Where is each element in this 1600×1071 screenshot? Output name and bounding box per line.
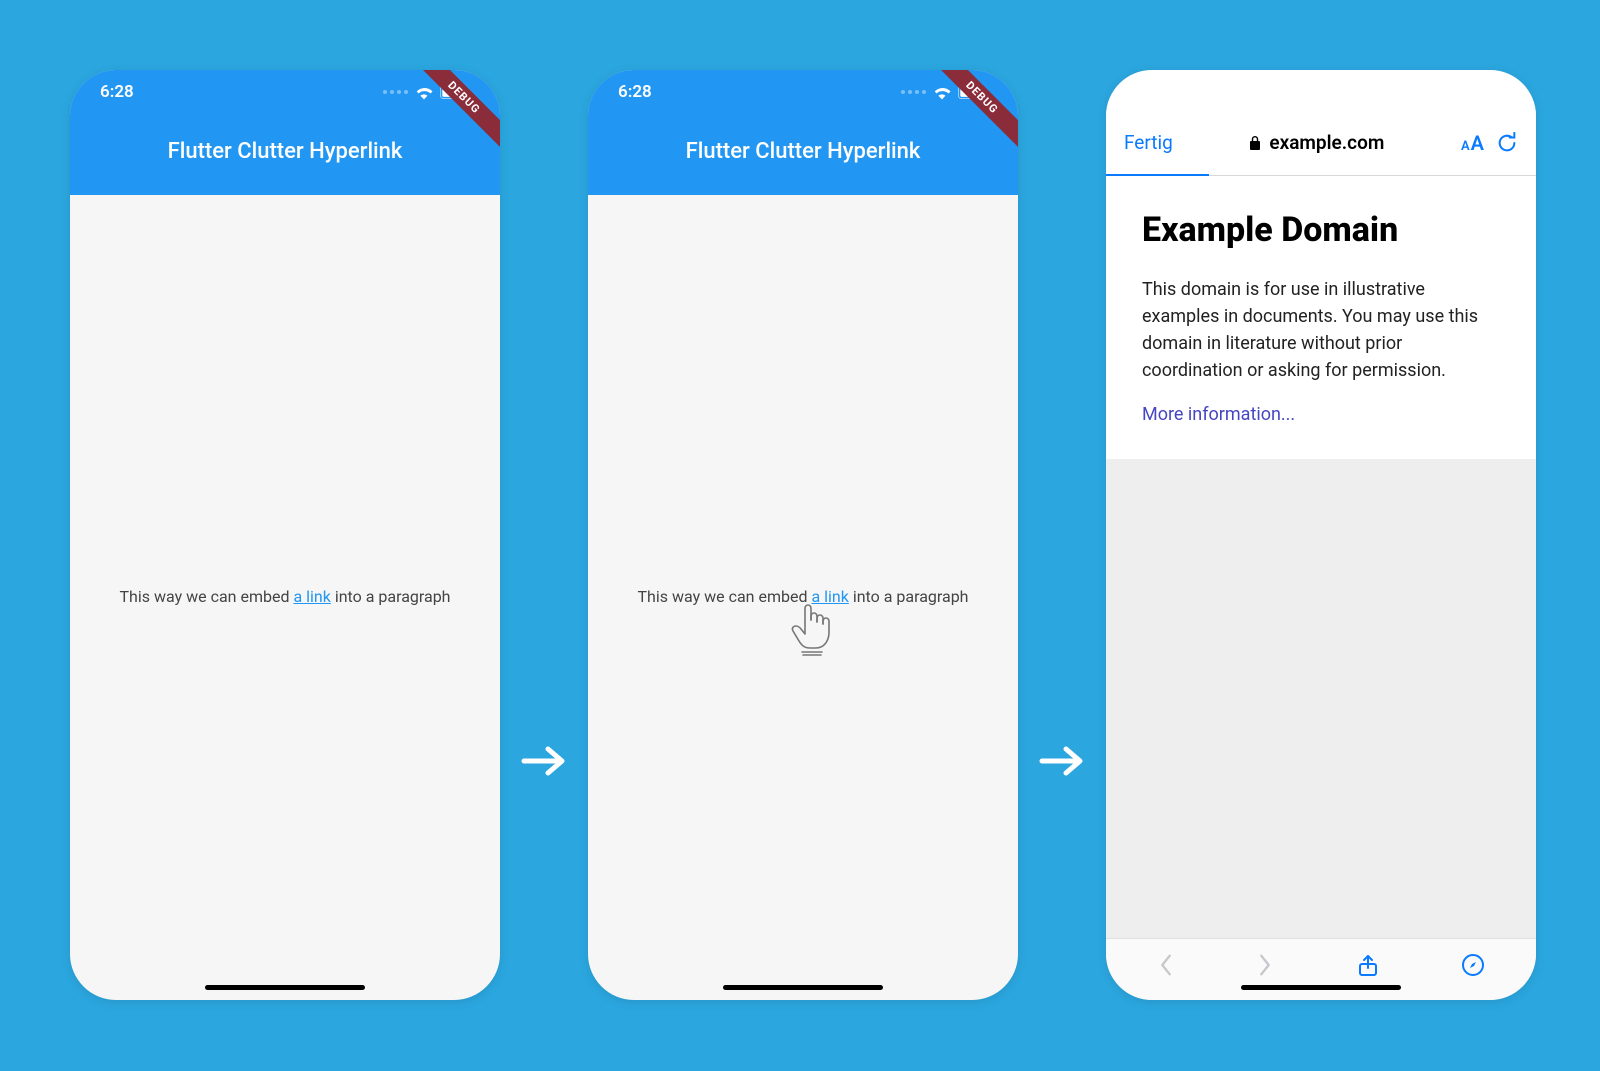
signal-icon — [383, 90, 408, 94]
status-bar: 6:28 — [588, 70, 1018, 114]
tap-cursor-icon — [789, 602, 833, 658]
status-bar: 6:28 — [70, 70, 500, 114]
battery-icon — [440, 85, 470, 99]
more-info-link[interactable]: More information... — [1142, 404, 1295, 425]
embedded-paragraph: This way we can embed a link into a para… — [637, 586, 968, 608]
home-indicator[interactable] — [1241, 985, 1401, 990]
appbar-title: Flutter Clutter Hyperlink — [588, 114, 1018, 195]
back-button[interactable] — [1157, 952, 1175, 978]
page-content: Example Domain This domain is for use in… — [1106, 176, 1536, 459]
home-indicator[interactable] — [723, 985, 883, 990]
lock-icon — [1249, 136, 1261, 150]
tutorial-sequence: 6:28 Flutter Clutter Hyperlink DEBUG Thi… — [0, 0, 1600, 1071]
paragraph-after: into a paragraph — [849, 587, 969, 606]
status-icons — [383, 84, 470, 100]
wifi-icon — [932, 84, 952, 100]
paragraph-before: This way we can embed — [637, 587, 811, 606]
reader-aa-button[interactable]: AA — [1461, 131, 1484, 155]
open-in-safari-button[interactable] — [1461, 953, 1485, 977]
hyperlink[interactable]: a link — [811, 587, 848, 606]
done-button[interactable]: Fertig — [1124, 131, 1173, 154]
flow-arrow-icon — [520, 745, 568, 777]
share-button[interactable] — [1356, 953, 1380, 977]
app-header: 6:28 Flutter Clutter Hyperlink DEBUG — [70, 70, 500, 195]
load-progress-bar — [1106, 174, 1209, 176]
url-host: example.com — [1269, 131, 1384, 154]
status-time: 6:28 — [100, 82, 134, 102]
wifi-icon — [414, 84, 434, 100]
safari-toolbar: Fertig example.com AA — [1106, 70, 1536, 176]
appbar-title: Flutter Clutter Hyperlink — [70, 114, 500, 195]
battery-icon — [958, 85, 988, 99]
safari-viewport[interactable]: Example Domain This domain is for use in… — [1106, 176, 1536, 938]
phone-screen-safari: Fertig example.com AA Example Domain Thi… — [1106, 70, 1536, 1000]
phone-screen-initial: 6:28 Flutter Clutter Hyperlink DEBUG Thi… — [70, 70, 500, 1000]
reload-button[interactable] — [1496, 132, 1518, 154]
paragraph-before: This way we can embed — [119, 587, 293, 606]
home-indicator[interactable] — [205, 985, 365, 990]
page-paragraph: This domain is for use in illustrative e… — [1142, 276, 1500, 384]
status-icons — [901, 84, 988, 100]
flow-arrow-icon — [1038, 745, 1086, 777]
app-body: This way we can embed a link into a para… — [70, 195, 500, 1000]
forward-button[interactable] — [1256, 952, 1274, 978]
status-time: 6:28 — [618, 82, 652, 102]
app-body: This way we can embed a link into a para… — [588, 195, 1018, 1000]
embedded-paragraph: This way we can embed a link into a para… — [119, 586, 450, 608]
safari-bottom-toolbar — [1106, 938, 1536, 1000]
signal-icon — [901, 90, 926, 94]
phone-screen-tap: 6:28 Flutter Clutter Hyperlink DEBUG Thi… — [588, 70, 1018, 1000]
hyperlink[interactable]: a link — [293, 587, 330, 606]
address-bar[interactable]: example.com — [1185, 131, 1449, 154]
app-header: 6:28 Flutter Clutter Hyperlink DEBUG — [588, 70, 1018, 195]
page-heading: Example Domain — [1142, 210, 1500, 250]
page-empty-area — [1106, 459, 1536, 938]
paragraph-after: into a paragraph — [331, 587, 451, 606]
